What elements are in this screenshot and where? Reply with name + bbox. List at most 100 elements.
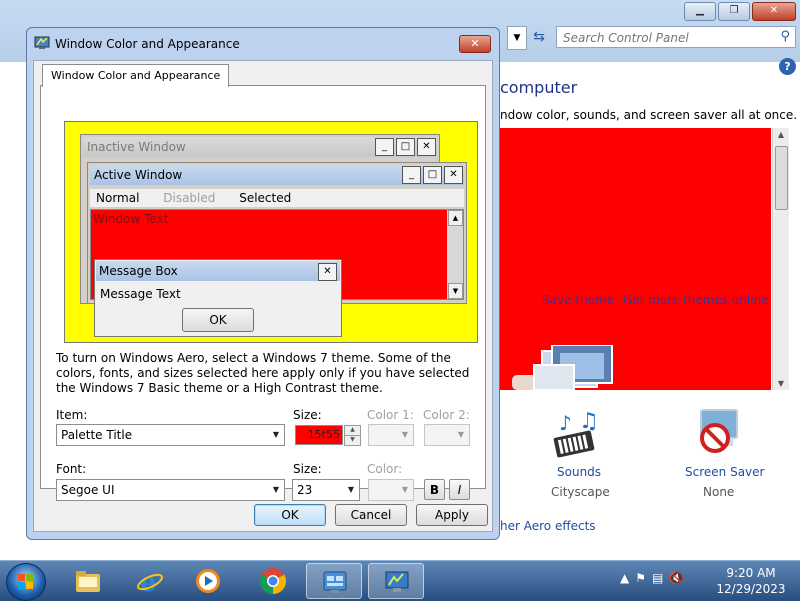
font-size-value: 23 (297, 483, 313, 497)
item-size-spinner[interactable]: 15t55 ▲ ▼ (295, 425, 361, 447)
chevron-down-icon[interactable]: ▼ (343, 480, 359, 500)
taskbar-clock[interactable]: 9:20 AM 12/29/2023 (712, 565, 790, 597)
scroll-down-icon[interactable]: ▼ (773, 379, 789, 388)
scroll-up-icon[interactable]: ▲ (773, 130, 789, 139)
appearance-preview[interactable]: Inactive Window _ □ ✕ Active Window _ □ … (64, 121, 478, 343)
theme-list-scrollbar[interactable]: ▲ ▼ (772, 128, 789, 390)
item-dropdown[interactable]: Palette Title ▼ (56, 424, 285, 446)
windows-explorer-icon (76, 571, 100, 592)
font-value: Segoe UI (61, 483, 115, 497)
spin-down-icon[interactable]: ▼ (344, 435, 361, 446)
dialog-close-button[interactable]: ✕ (459, 35, 491, 53)
item-value: Palette Title (61, 428, 133, 442)
font-label: Font: (56, 462, 87, 476)
help-icon[interactable]: ? (779, 58, 796, 75)
sounds-icon[interactable]: ♪ ♫ (551, 410, 601, 460)
message-text: Message Text (100, 287, 181, 301)
scroll-thumb[interactable] (775, 146, 788, 210)
font-color-label: Color: (367, 462, 403, 476)
bold-button[interactable]: B (424, 479, 445, 500)
taskbar-display-settings[interactable] (368, 563, 424, 599)
item-size-field[interactable]: 15t55 (295, 425, 343, 445)
theme-thumbnail-icon[interactable] (512, 345, 632, 390)
message-box-title: Message Box (96, 261, 340, 281)
color2-picker[interactable]: ▼ (424, 424, 470, 446)
save-theme-link[interactable]: Save theme (542, 293, 614, 307)
screen-saver-icon[interactable] (693, 408, 743, 460)
inactive-caption-buttons: _ □ ✕ (375, 138, 436, 156)
maximize-icon[interactable]: □ (396, 138, 415, 156)
color1-picker[interactable]: ▼ (368, 424, 414, 446)
active-caption-buttons: _ □ ✕ (402, 166, 463, 184)
screen-saver-link[interactable]: Screen Saver (685, 465, 764, 479)
cancel-button[interactable]: Cancel (335, 504, 407, 526)
message-box-preview[interactable]: Message Box ✕ Message Text OK (94, 259, 342, 337)
minimize-icon[interactable]: _ (375, 138, 394, 156)
font-size-label: Size: (293, 462, 322, 476)
internet-explorer-icon: e (137, 568, 163, 595)
tab-window-color[interactable]: Window Color and Appearance (42, 64, 230, 87)
restore-button[interactable]: ❐ (718, 2, 750, 21)
maximize-icon[interactable]: □ (423, 166, 442, 184)
chevron-down-icon[interactable]: ▼ (397, 425, 413, 445)
item-label: Item: (56, 408, 88, 422)
tab-page: Inactive Window _ □ ✕ Active Window _ □ … (40, 85, 486, 501)
show-hidden-icons-icon[interactable]: ▲ (620, 571, 629, 585)
minimize-button[interactable]: ▁ (684, 2, 716, 21)
taskbar-chrome[interactable] (245, 563, 301, 599)
taskbar-ie[interactable]: e (122, 563, 178, 599)
font-color-picker[interactable]: ▼ (368, 479, 414, 501)
chevron-down-icon[interactable]: ▼ (268, 480, 284, 500)
taskbar-control-panel[interactable] (306, 563, 362, 599)
color1-label: Color 1: (367, 408, 414, 422)
color2-label: Color 2: (423, 408, 470, 422)
italic-button[interactable]: I (449, 479, 470, 500)
chevron-down-icon[interactable]: ▼ (397, 480, 413, 500)
font-size-dropdown[interactable]: 23 ▼ (292, 479, 360, 501)
ok-button[interactable]: OK (254, 504, 326, 526)
action-center-icon[interactable]: ⚑ (635, 571, 646, 585)
preview-menu-bar: Normal Disabled Selected (90, 189, 464, 207)
media-player-icon (196, 569, 220, 593)
scroll-up-icon[interactable]: ▲ (448, 210, 463, 226)
menu-selected[interactable]: Selected (239, 191, 291, 205)
window-color-dialog: Window Color and Appearance ✕ Window Col… (26, 27, 500, 540)
chevron-down-icon[interactable]: ▼ (453, 425, 469, 445)
taskbar-explorer[interactable] (60, 563, 116, 599)
item-size-label: Size: (293, 408, 322, 422)
close-icon[interactable]: ✕ (444, 166, 463, 184)
minimize-icon[interactable]: _ (402, 166, 421, 184)
close-button[interactable]: ✕ (752, 2, 796, 21)
close-icon[interactable]: ✕ (318, 263, 337, 281)
start-button[interactable] (6, 563, 46, 601)
search-box[interactable]: ⚲ (556, 26, 796, 48)
page-heading: computer (500, 78, 578, 97)
screen-saver-value: None (703, 485, 735, 499)
clock-time: 9:20 AM (726, 566, 776, 580)
refresh-icon[interactable]: ⇆ (528, 26, 550, 48)
close-icon[interactable]: ✕ (417, 138, 436, 156)
display-settings-icon (385, 571, 409, 592)
sounds-link[interactable]: Sounds (557, 465, 601, 479)
address-dropdown-icon[interactable]: ▼ (507, 26, 527, 50)
network-icon[interactable]: ▤ (652, 571, 663, 585)
aero-effects-link[interactable]: her Aero effects (500, 519, 596, 533)
sounds-value: Cityscape (551, 485, 610, 499)
preview-scrollbar[interactable]: ▲ ▼ (447, 210, 463, 299)
font-dropdown[interactable]: Segoe UI ▼ (56, 479, 285, 501)
window-caption-buttons: ▁ ❐ ✕ (684, 2, 796, 21)
message-box-ok-button[interactable]: OK (182, 308, 254, 332)
chevron-down-icon[interactable]: ▼ (268, 425, 284, 445)
svg-text:♫: ♫ (579, 410, 599, 434)
taskbar: e ▲ ⚑ ▤ 🔇 9:20 AM 12/29/2023 (0, 560, 800, 601)
apply-button[interactable]: Apply (416, 504, 488, 526)
menu-normal[interactable]: Normal (96, 191, 139, 205)
search-icon[interactable]: ⚲ (780, 29, 790, 44)
taskbar-media-player[interactable] (180, 563, 236, 599)
get-more-themes-link[interactable]: Get more themes online (623, 293, 769, 307)
scroll-down-icon[interactable]: ▼ (448, 283, 463, 299)
volume-muted-icon[interactable]: 🔇 (669, 571, 684, 585)
chrome-icon (259, 568, 287, 595)
search-input[interactable] (561, 28, 775, 48)
dialog-title: Window Color and Appearance (55, 37, 240, 51)
